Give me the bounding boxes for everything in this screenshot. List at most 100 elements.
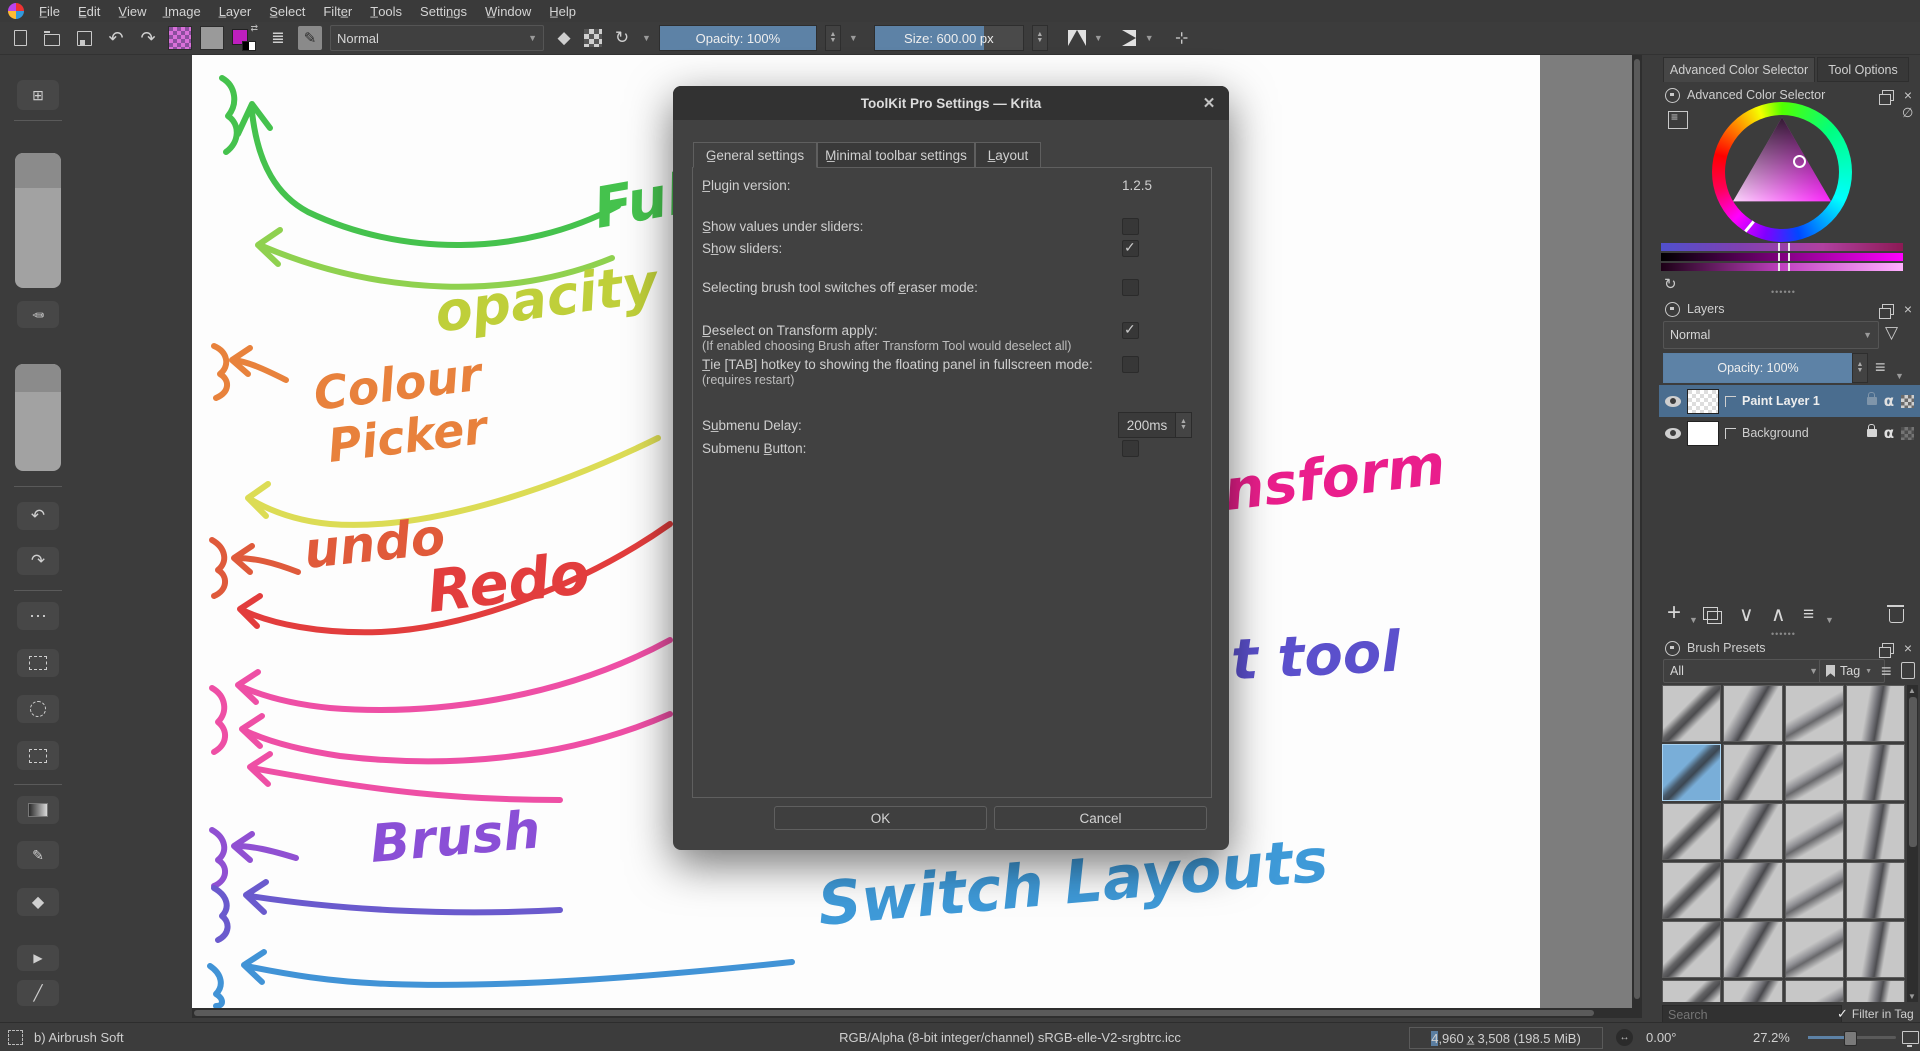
preset-display-menu-icon[interactable]: ≡ [1881, 661, 1892, 682]
tab-advanced-color-selector[interactable]: Advanced Color Selector [1663, 57, 1815, 82]
pattern-chooser-button[interactable] [200, 26, 224, 50]
toolkit-gradient-button[interactable] [17, 796, 59, 824]
brush-preset[interactable] [1784, 980, 1844, 1002]
brush-preset[interactable] [1784, 685, 1844, 742]
edit-brush-settings-button[interactable]: ✎ [298, 26, 322, 50]
menu-file[interactable]: F̲ile [30, 2, 69, 21]
preset-filter-dropdown[interactable]: All ▼ [1663, 659, 1825, 683]
chevron-down-icon[interactable]: ▼ [1145, 33, 1154, 43]
menu-settings[interactable]: Settin̲gs [411, 2, 476, 21]
size-spinner[interactable]: ▲ ▼ [1031, 25, 1048, 51]
submenu-button-checkbox[interactable] [1122, 440, 1139, 457]
brush-preset[interactable] [1845, 744, 1905, 801]
float-docker-icon[interactable] [1878, 89, 1894, 105]
vertical-scrollbar[interactable] [1632, 55, 1642, 1018]
toolkit-undo-button[interactable]: ↶ [17, 502, 59, 530]
submenu-delay-spinbox[interactable]: 200ms ▲ ▼ [1118, 412, 1192, 438]
tab-general-settings[interactable]: G̲eneral settings [693, 142, 817, 168]
toolkit-brush-button[interactable]: ✎ [17, 841, 59, 869]
menu-view[interactable]: V̲iew [109, 2, 155, 21]
brush-preset[interactable] [1662, 862, 1722, 919]
color-picker-tool-button[interactable]: ✎ [17, 301, 59, 328]
menu-select[interactable]: S̲elect [260, 2, 314, 21]
show-values-checkbox[interactable] [1122, 218, 1139, 235]
lock-layer-icon[interactable] [1866, 392, 1877, 405]
move-layer-down-button[interactable]: ∨ [1739, 605, 1754, 625]
inherit-alpha-icon[interactable] [1901, 426, 1914, 440]
lock-docker-icon[interactable] [1665, 640, 1680, 656]
zoom-slider-thumb[interactable] [1844, 1031, 1857, 1046]
brush-preset[interactable] [1723, 862, 1783, 919]
tab-minimal-toolbar-settings[interactable]: M̲inimal toolbar settings [817, 142, 975, 168]
menu-edit[interactable]: E̲dit [69, 2, 109, 21]
brush-preset[interactable] [1784, 862, 1844, 919]
layer-opacity-spinner[interactable]: ▲ ▼ [1852, 353, 1868, 383]
menu-filter[interactable]: Filte̲r [314, 2, 361, 21]
chevron-down-icon[interactable]: ▼ [1825, 615, 1834, 625]
chevron-down-icon[interactable]: ▼ [1689, 615, 1698, 625]
layer-properties-button[interactable]: ≡ [1803, 605, 1814, 625]
toolkit-color-swatch-2[interactable] [15, 364, 61, 471]
layer-filter-funnel-icon[interactable]: ▽ [1885, 323, 1898, 343]
toolkit-pen-button[interactable]: ╱ [17, 980, 59, 1006]
layer-thumbnail[interactable] [1687, 388, 1719, 414]
brush-preset[interactable] [1845, 685, 1905, 742]
docker-drag-handle[interactable]: •••••• [1771, 287, 1796, 297]
docker-drag-handle[interactable]: •••••• [1771, 629, 1796, 639]
zoom-slider[interactable] [1808, 1031, 1896, 1046]
brush-preset[interactable] [1845, 980, 1905, 1002]
deselect-on-transform-checkbox[interactable] [1122, 321, 1139, 339]
fit-to-screen-button[interactable] [1902, 1031, 1919, 1047]
alpha-lock-icon[interactable]: α [1884, 392, 1894, 410]
tab-tool-options[interactable]: Tool Options [1817, 57, 1909, 82]
brush-switches-eraser-checkbox[interactable] [1122, 279, 1139, 296]
brush-preset[interactable] [1723, 685, 1783, 742]
brush-preset[interactable] [1723, 803, 1783, 860]
brush-preset[interactable] [1784, 744, 1844, 801]
mirror-horizontal-button[interactable] [1067, 30, 1086, 46]
gamut-mask-off-icon[interactable]: ∅ [1902, 105, 1913, 121]
tab-hotkey-checkbox[interactable] [1122, 356, 1139, 373]
opacity-spinner[interactable]: ▲ ▼ [824, 25, 841, 51]
duplicate-layer-button[interactable] [1703, 607, 1722, 627]
toolkit-move-tool-button[interactable]: ⋯ [17, 602, 59, 630]
preset-scrollbar[interactable]: ▲ ▼ [1907, 685, 1918, 1002]
menu-image[interactable]: I̲mage [156, 2, 210, 21]
dialog-titlebar[interactable]: ToolKit Pro Settings — Krita ✕ [673, 86, 1229, 120]
dialog-close-button[interactable]: ✕ [1199, 93, 1219, 113]
chevron-down-icon[interactable]: ▼ [1094, 33, 1103, 43]
brush-preset[interactable] [1845, 803, 1905, 860]
layer-visible-icon[interactable] [1665, 427, 1681, 439]
move-layer-up-button[interactable]: ∧ [1771, 605, 1786, 625]
toolkit-layout-button[interactable]: ⊞ [17, 80, 59, 110]
refresh-colors-icon[interactable]: ↻ [1664, 275, 1677, 293]
brush-preset[interactable] [1662, 685, 1722, 742]
brush-preset[interactable] [1662, 921, 1722, 978]
scroll-down-icon[interactable]: ▼ [1908, 992, 1916, 1001]
toolkit-transform-button[interactable] [17, 741, 59, 770]
ok-button[interactable]: OK [774, 806, 987, 830]
canvas-rotation-button[interactable]: ↔ [1616, 1028, 1633, 1046]
undo-button[interactable]: ↶ [104, 26, 128, 50]
vertical-scrollbar-thumb[interactable] [1634, 59, 1640, 999]
mirror-vertical-button[interactable] [1121, 30, 1136, 46]
close-docker-icon[interactable]: × [1904, 87, 1912, 103]
brush-preset[interactable] [1845, 921, 1905, 978]
brush-preset[interactable] [1662, 744, 1722, 801]
alpha-lock-icon[interactable]: α [1884, 424, 1894, 442]
reload-preset-button[interactable]: ↻ [610, 26, 634, 50]
save-button[interactable] [72, 26, 96, 50]
lock-layer-icon[interactable] [1866, 424, 1877, 437]
brush-preset[interactable] [1662, 980, 1722, 1002]
filter-in-tag-checkbox[interactable]: ✓ Filter in Tag [1837, 1006, 1914, 1022]
layer-blending-mode-dropdown[interactable]: Normal ▼ [1663, 321, 1879, 349]
brush-preset[interactable] [1662, 803, 1722, 860]
color-history-bar-3[interactable] [1661, 263, 1903, 271]
toolkit-color-swatch-1[interactable] [15, 153, 61, 288]
preset-details-icon[interactable] [1901, 662, 1915, 679]
choose-brush-preset-button[interactable]: ≣ [266, 26, 290, 50]
chevron-down-icon[interactable]: ▼ [849, 33, 858, 43]
layer-row-background[interactable]: Background α [1659, 417, 1920, 449]
cancel-button[interactable]: Cancel [994, 806, 1207, 830]
color-selector-settings-button[interactable] [1668, 110, 1688, 132]
